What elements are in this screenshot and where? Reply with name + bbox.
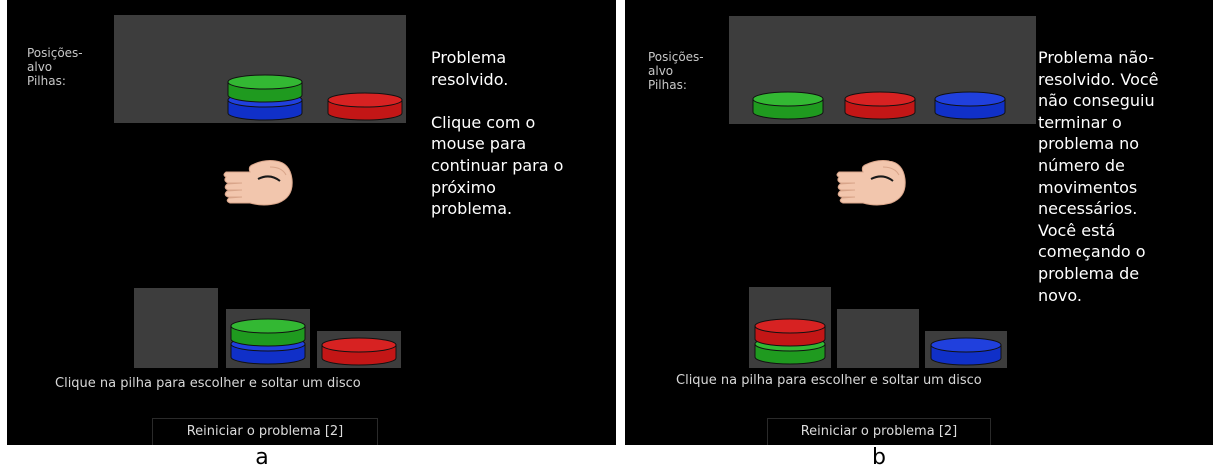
restart-button[interactable]: Reiniciar o problema [2] [152,418,378,445]
hand-icon [833,153,911,209]
red-disc [321,337,397,366]
target-area [114,15,406,123]
status-message: Problema resolvido. Clique com o mouse p… [431,48,564,219]
stack-1[interactable] [134,288,218,368]
red-disc [327,92,403,121]
red-disc [844,91,916,120]
stack-3[interactable] [925,331,1007,368]
instruction-text: Clique na pilha para escolher e soltar u… [676,373,982,388]
target-discs [227,74,403,121]
instruction-text: Clique na pilha para escolher e soltar u… [55,376,361,391]
stack-2-discs [230,318,306,365]
target-area [729,16,1036,124]
blue-disc [930,337,1002,366]
stack-3-discs [930,337,1002,366]
green-disc [752,91,824,120]
hand-icon [220,153,298,209]
stack-3-discs [321,337,397,366]
panel-a: Posições- alvo Pilhas: Problema resolvid… [7,0,616,445]
blue-disc [934,91,1006,120]
stack-2[interactable] [837,309,919,368]
caption-b: b [872,445,886,470]
panel-b: Posições- alvo Pilhas: Problema não- res… [625,0,1213,445]
target-positions-label: Posições- alvo Pilhas: [648,50,704,92]
stack-3[interactable] [317,331,401,368]
green-disc [227,74,303,103]
stack-2[interactable] [226,309,310,368]
target-positions-label: Posições- alvo Pilhas: [27,46,83,88]
caption-a: a [255,445,269,470]
restart-button[interactable]: Reiniciar o problema [2] [767,418,991,445]
stack-1-discs [754,318,826,365]
green-disc [230,318,306,347]
red-disc [754,318,826,347]
status-message: Problema não- resolvido. Você não conseg… [1038,48,1159,305]
target-discs [752,91,1006,120]
stack-1[interactable] [749,287,831,368]
